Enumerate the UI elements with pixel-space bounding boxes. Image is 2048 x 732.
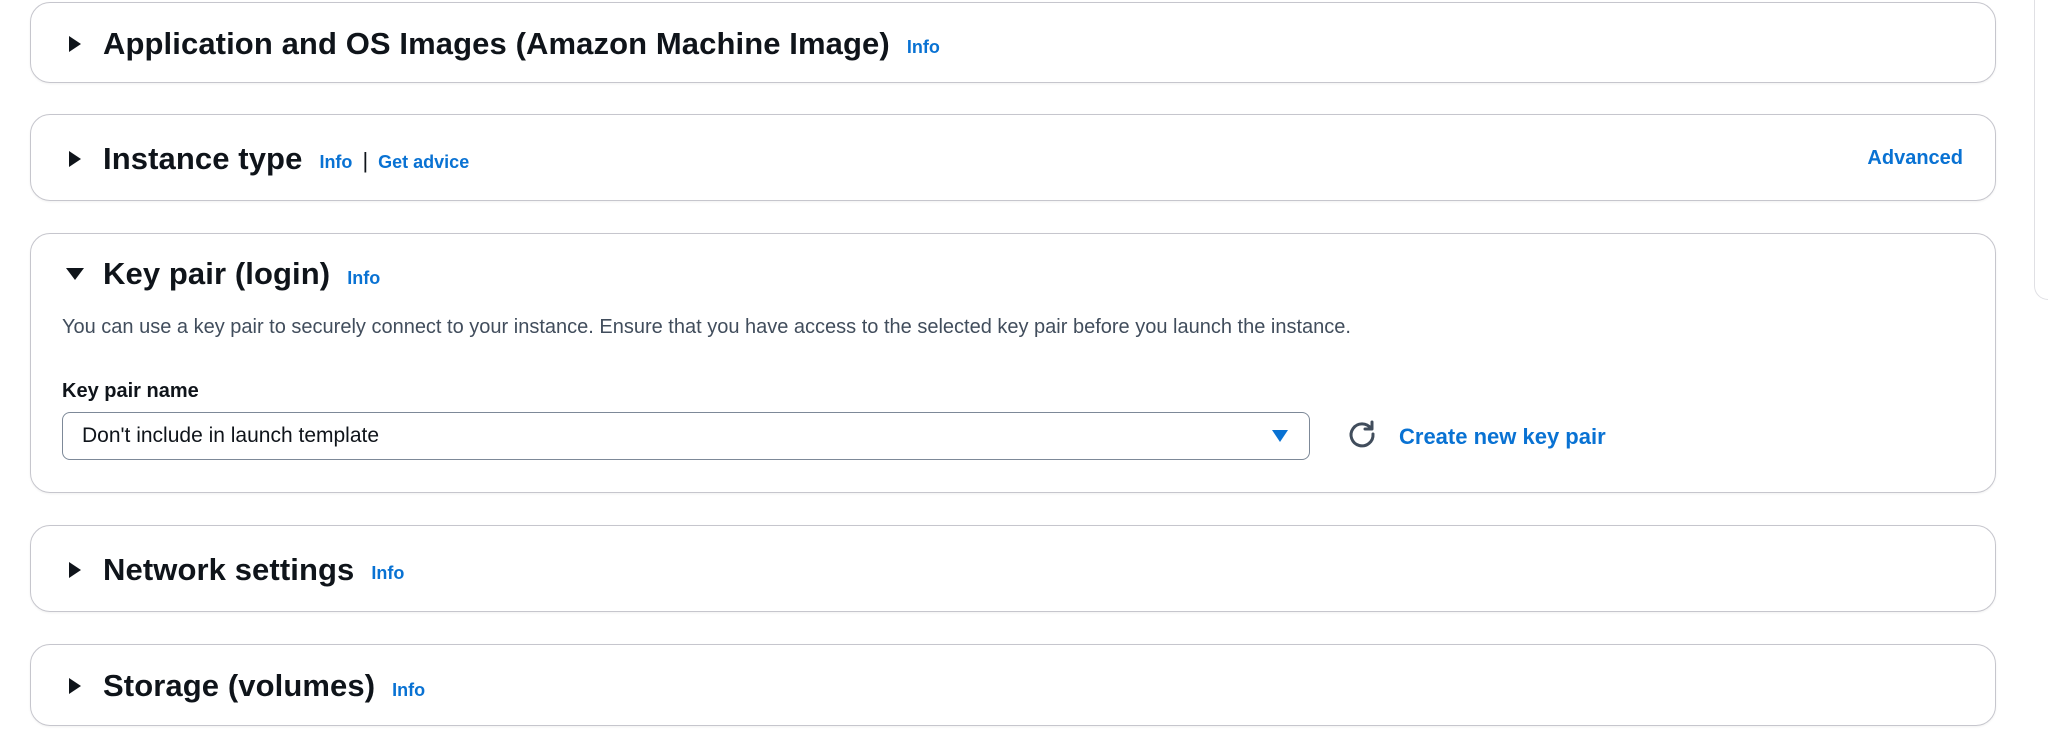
network-settings-section-header[interactable]: Network settings Info — [31, 526, 1995, 613]
ami-info-link[interactable]: Info — [907, 37, 940, 58]
ami-section-title: Application and OS Images (Amazon Machin… — [103, 25, 890, 61]
storage-info-link[interactable]: Info — [392, 680, 425, 701]
key-pair-section: Key pair (login) Info You can use a key … — [30, 233, 1996, 493]
key-pair-selected-value: Don't include in launch template — [82, 424, 380, 447]
caret-right-icon[interactable] — [65, 148, 85, 170]
key-pair-section-title: Key pair (login) — [103, 256, 331, 291]
key-pair-description: You can use a key pair to securely conne… — [62, 316, 1351, 338]
create-new-key-pair-link[interactable]: Create new key pair — [1399, 424, 1606, 450]
key-pair-name-label: Key pair name — [62, 380, 199, 402]
key-pair-select[interactable]: Don't include in launch template — [62, 412, 1310, 460]
storage-section: Storage (volumes) Info — [30, 644, 1996, 726]
storage-section-title: Storage (volumes) — [103, 668, 376, 703]
refresh-icon — [1347, 419, 1377, 454]
instance-type-section-title: Instance type — [103, 140, 303, 176]
caret-right-icon[interactable] — [65, 675, 85, 697]
get-advice-link[interactable]: Get advice — [378, 152, 469, 173]
network-settings-info-link[interactable]: Info — [371, 563, 404, 584]
caret-right-icon[interactable] — [65, 559, 85, 581]
key-pair-info-link[interactable]: Info — [347, 268, 380, 289]
instance-type-info-link[interactable]: Info — [319, 152, 352, 173]
storage-section-header[interactable]: Storage (volumes) Info — [31, 645, 1995, 727]
caret-right-icon[interactable] — [65, 33, 85, 55]
advanced-link[interactable]: Advanced — [1867, 147, 1963, 170]
network-settings-section: Network settings Info — [30, 525, 1996, 612]
ami-section-header[interactable]: Application and OS Images (Amazon Machin… — [31, 3, 1995, 84]
refresh-button[interactable] — [1344, 418, 1380, 454]
caret-down-icon[interactable] — [65, 263, 85, 285]
ami-section: Application and OS Images (Amazon Machin… — [30, 2, 1996, 83]
instance-type-section-header[interactable]: Instance type Info | Get advice Advanced — [31, 115, 1995, 202]
launch-template-form: Application and OS Images (Amazon Machin… — [0, 0, 2048, 732]
triangle-down-icon — [1271, 429, 1289, 448]
network-settings-section-title: Network settings — [103, 551, 355, 587]
link-separator: | — [362, 147, 369, 173]
instance-type-section: Instance type Info | Get advice Advanced — [30, 114, 1996, 201]
side-panel-edge — [2034, 0, 2048, 300]
key-pair-section-header[interactable]: Key pair (login) Info — [31, 234, 1995, 314]
